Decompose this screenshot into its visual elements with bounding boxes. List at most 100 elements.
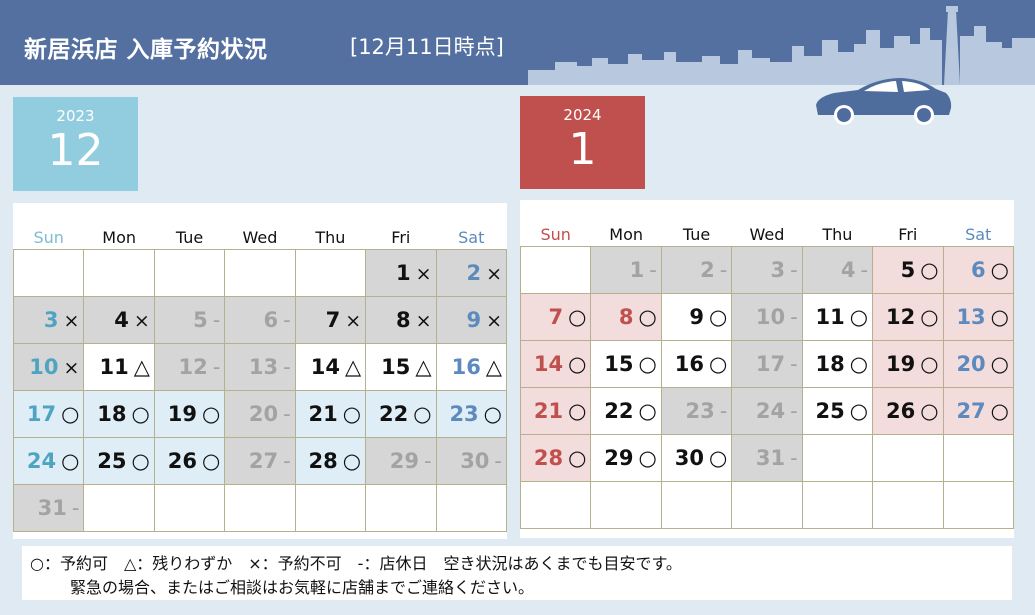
day-number: 4 — [840, 258, 856, 282]
december-badge: 2023 12 — [13, 97, 138, 191]
availability-mark: ○ — [568, 399, 587, 423]
day-cell: 26 ○ — [153, 437, 226, 485]
weekday-label: Sat — [943, 220, 1014, 247]
day-number: 25 — [97, 449, 127, 473]
day-number: 1 — [629, 258, 645, 282]
day-number: 3 — [43, 308, 59, 332]
day-cell: 15 ○ — [590, 340, 662, 388]
weekday-label: Fri — [365, 223, 437, 250]
weekday-label: Fri — [872, 220, 944, 247]
empty-day-cell — [801, 434, 874, 482]
day-cell: 31- — [12, 484, 85, 532]
january-badge: 2024 1 — [520, 96, 645, 189]
empty-day-cell — [519, 246, 592, 294]
availability-mark: - — [719, 258, 728, 282]
day-cell: 5 ○ — [872, 246, 944, 294]
day-number: 30 — [674, 446, 704, 470]
weekday-label: Sat — [436, 223, 507, 250]
day-number: 9 — [466, 308, 482, 332]
day-cell: 14 ○ — [519, 340, 592, 388]
day-number: 8 — [618, 305, 634, 329]
day-number: 10 — [29, 355, 59, 379]
availability-mark: - — [649, 258, 657, 282]
day-cell: 9 × — [435, 296, 508, 344]
availability-mark: - — [719, 399, 728, 423]
week-row — [519, 481, 1015, 529]
empty-day-cell — [365, 484, 437, 532]
week-row: 10 × 11 △ 12-13-14 △ 15 △ 16 △ — [12, 343, 508, 391]
day-cell: 29 ○ — [590, 434, 662, 482]
day-cell: 4 × — [83, 296, 155, 344]
day-number: 27 — [956, 399, 986, 423]
weekday-label: Tue — [154, 223, 225, 250]
availability-mark: ○ — [61, 402, 80, 426]
availability-mark: × — [133, 310, 150, 332]
empty-day-cell — [224, 249, 296, 297]
day-number: 17 — [755, 352, 786, 376]
day-cell: 30- — [435, 437, 508, 485]
day-number: 6 — [971, 258, 986, 282]
empty-day-cell — [519, 481, 592, 529]
availability-mark: ○ — [990, 258, 1009, 282]
badge-month: 1 — [568, 124, 597, 175]
week-row: 31- — [12, 484, 508, 532]
december-calendar: Sun Mon Tue Wed Thu Fri Sat 1 × 2 × 3 × 4 × 5-6-7 × 8 × 9 × 1… — [12, 203, 508, 539]
day-cell: 20- — [224, 390, 296, 438]
day-cell: 26 ○ — [872, 387, 944, 435]
week-row: 28 ○ 29 ○ 30 ○ 31- — [519, 434, 1015, 482]
availability-mark: - — [212, 308, 221, 332]
weekday-label: Sun — [520, 220, 591, 247]
week-row: 14 ○ 15 ○ 16 ○ 17-18 ○ 19 ○ 20 ○ — [519, 340, 1015, 388]
day-number: 21 — [308, 402, 338, 426]
day-number: 9 — [689, 305, 704, 329]
availability-mark: ○ — [849, 352, 869, 376]
availability-mark: - — [790, 399, 798, 423]
availability-mark: ○ — [708, 305, 728, 329]
day-number: 21 — [533, 399, 564, 423]
january-grid: Sun Mon Tue Wed Thu Fri Sat 1-2-3-4-5 ○ 6 ○ 7 ○ 8 ○ 9 ○ 1… — [519, 220, 1015, 529]
day-number: 13 — [248, 355, 279, 379]
day-number: 17 — [26, 402, 57, 426]
availability-mark: ○ — [201, 449, 221, 473]
availability-mark: ○ — [342, 402, 362, 426]
empty-day-cell — [801, 481, 874, 529]
day-cell: 1- — [590, 246, 662, 294]
availability-mark: △ — [344, 355, 362, 379]
day-number: 26 — [167, 449, 197, 473]
week-row: 17 ○ 18 ○ 19 ○ 20-21 ○ 22 ○ 23 ○ — [12, 390, 508, 438]
empty-day-cell — [294, 249, 367, 297]
availability-mark: ○ — [849, 305, 869, 329]
weekday-header-row: Sun Mon Tue Wed Thu Fri Sat — [13, 223, 507, 250]
day-cell: 6- — [224, 296, 296, 344]
day-cell: 30 ○ — [660, 434, 733, 482]
day-number: 6 — [263, 308, 279, 332]
day-number: 29 — [389, 449, 419, 473]
week-row: 21 ○ 22 ○ 23-24-25 ○ 26 ○ 27 ○ — [519, 387, 1015, 435]
availability-mark: ○ — [920, 399, 939, 423]
day-cell: 29- — [365, 437, 437, 485]
day-number: 26 — [885, 399, 916, 423]
availability-mark: × — [486, 310, 502, 332]
day-cell: 12- — [153, 343, 226, 391]
day-cell: 24 ○ — [12, 437, 85, 485]
day-number: 12 — [178, 355, 208, 379]
empty-day-cell — [872, 481, 944, 529]
availability-mark: × — [486, 263, 502, 285]
day-cell: 11 △ — [83, 343, 155, 391]
day-cell: 22 ○ — [365, 390, 437, 438]
availability-mark: ○ — [920, 258, 939, 282]
day-number: 19 — [167, 402, 197, 426]
day-cell: 5- — [153, 296, 226, 344]
weekday-label: Sun — [13, 223, 84, 250]
empty-day-cell — [153, 249, 226, 297]
availability-mark: ○ — [413, 402, 432, 426]
availability-mark: - — [283, 355, 291, 379]
availability-mark: ○ — [708, 352, 728, 376]
day-cell: 21 ○ — [519, 387, 592, 435]
weekday-label: Thu — [295, 223, 366, 250]
availability-mark: - — [860, 258, 869, 282]
day-cell: 31- — [731, 434, 803, 482]
day-number: 14 — [310, 355, 340, 379]
empty-day-cell — [83, 484, 155, 532]
day-number: 5 — [193, 308, 208, 332]
